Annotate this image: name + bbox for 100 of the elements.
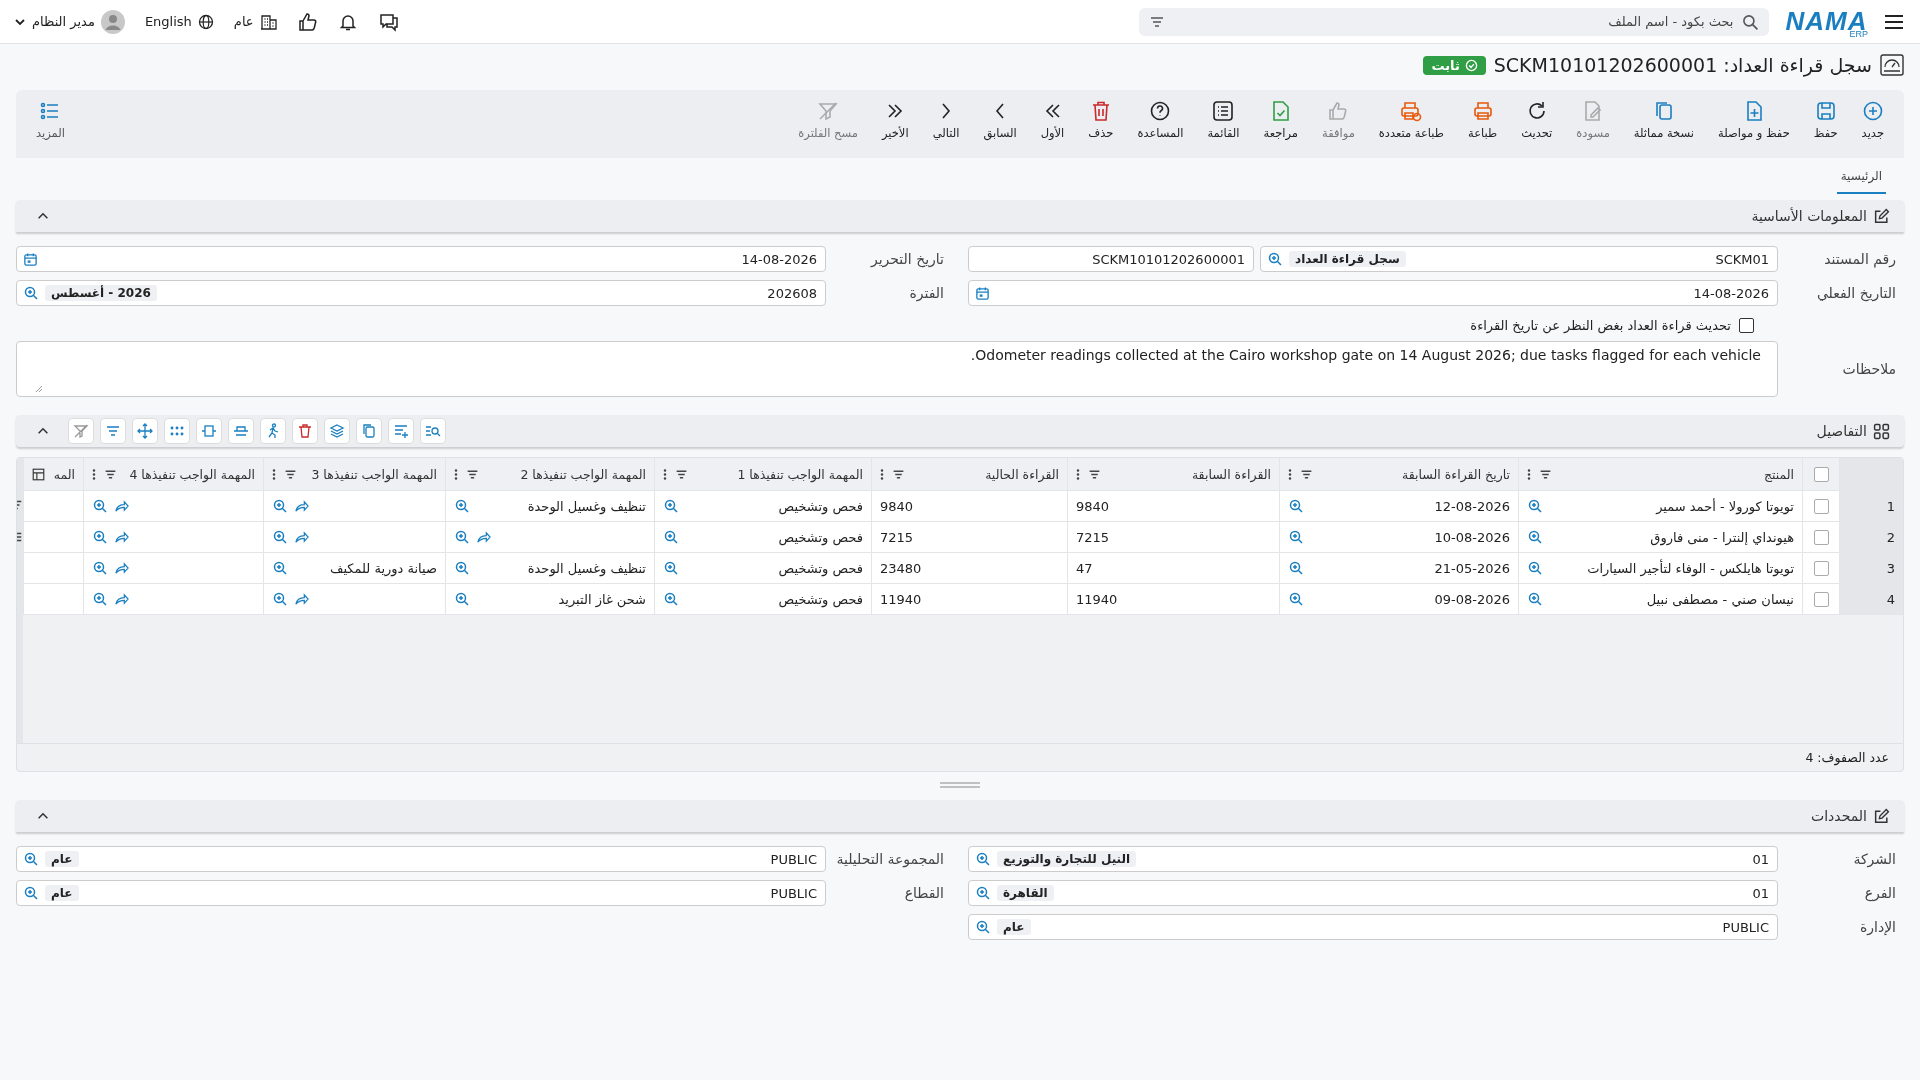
column-header[interactable]: تاريخ القراءة السابقة xyxy=(1402,466,1510,482)
share-icon[interactable] xyxy=(476,529,491,545)
zoom-list-button[interactable] xyxy=(420,418,446,444)
toolbar-button[interactable]: حذف xyxy=(1076,100,1126,140)
lookup-icon[interactable] xyxy=(454,591,470,607)
row-checkbox[interactable] xyxy=(1813,529,1829,545)
toolbar-button[interactable]: المساعدة xyxy=(1125,100,1196,140)
select-all-checkbox[interactable] xyxy=(1813,466,1829,482)
resize-handle-icon[interactable] xyxy=(940,782,980,788)
toolbar-button[interactable]: تحديث xyxy=(1509,100,1565,140)
add-row-button[interactable] xyxy=(388,418,414,444)
share-icon[interactable] xyxy=(114,591,129,607)
lookup-icon[interactable] xyxy=(975,851,991,867)
toolbar-button[interactable]: السابق xyxy=(971,100,1029,140)
lookup-icon[interactable] xyxy=(663,560,679,576)
toolbar-button[interactable]: نسخة مماثلة xyxy=(1621,100,1706,140)
lookup-icon[interactable] xyxy=(92,591,108,607)
tab[interactable]: الرئيسية xyxy=(1836,162,1886,194)
row-checkbox[interactable] xyxy=(1813,591,1829,607)
table-icon[interactable] xyxy=(32,467,45,481)
column-header[interactable]: القراءة الحالية xyxy=(985,466,1059,482)
share-icon[interactable] xyxy=(294,591,309,607)
lookup-icon[interactable] xyxy=(454,529,470,545)
lookup-icon[interactable] xyxy=(272,498,288,514)
column-header[interactable]: المهمة الواجب تنفيذها 1 xyxy=(737,466,863,482)
move-button[interactable] xyxy=(132,418,158,444)
lookup-icon[interactable] xyxy=(23,885,39,901)
section-header[interactable]: المحددات xyxy=(16,800,1904,832)
share-icon[interactable] xyxy=(114,498,129,514)
share-icon[interactable] xyxy=(294,529,309,545)
kebab-icon[interactable] xyxy=(1288,467,1292,481)
thumbs-up-icon[interactable] xyxy=(297,11,318,32)
filter-button[interactable] xyxy=(100,418,126,444)
user-menu[interactable]: مدير النظام xyxy=(14,9,125,34)
lookup-icon[interactable] xyxy=(92,560,108,576)
calendar-icon[interactable] xyxy=(23,251,38,267)
toolbar-button[interactable]: حفظ و مواصلة xyxy=(1706,100,1802,140)
toolbar-button[interactable]: مراجعة xyxy=(1251,100,1311,140)
lookup-icon[interactable] xyxy=(1288,560,1304,576)
row-checkbox[interactable] xyxy=(1813,560,1829,576)
share-icon[interactable] xyxy=(114,560,129,576)
menu-icon[interactable] xyxy=(1884,12,1904,31)
toolbar-button[interactable]: طباعة متعددة xyxy=(1366,100,1456,140)
kebab-icon[interactable] xyxy=(1527,467,1531,481)
runner-button[interactable] xyxy=(260,418,286,444)
lookup-icon[interactable] xyxy=(272,529,288,545)
lookup-icon[interactable] xyxy=(663,498,679,514)
fit-button[interactable] xyxy=(196,418,222,444)
toolbar-button[interactable]: طباعة xyxy=(1456,100,1510,140)
copy-button[interactable] xyxy=(356,418,382,444)
kebab-icon[interactable] xyxy=(92,467,96,481)
calendar-icon[interactable] xyxy=(975,285,990,301)
lookup-icon[interactable] xyxy=(1527,498,1543,514)
lookup-icon[interactable] xyxy=(92,498,108,514)
branch-selector[interactable]: عام xyxy=(233,12,278,31)
dots-button[interactable] xyxy=(164,418,190,444)
lookup-icon[interactable] xyxy=(92,529,108,545)
section-header[interactable]: المعلومات الأساسية xyxy=(16,200,1904,232)
lookup-icon[interactable] xyxy=(975,919,991,935)
lookup-icon[interactable] xyxy=(1288,591,1304,607)
column-header[interactable]: المه xyxy=(53,466,75,482)
checkbox[interactable] xyxy=(1739,318,1754,333)
date-field[interactable]: 14-08-2026 xyxy=(16,246,826,272)
date-field[interactable]: 14-08-2026 xyxy=(968,280,1778,306)
notes-field[interactable]: Odometer readings collected at the Cairo workshop gate on 14 August 2026; due tasks flagged for each vehicle. xyxy=(16,341,1778,397)
column-header[interactable]: المهمة الواجب تنفيذها 4 xyxy=(129,466,255,482)
search-field[interactable]: بحث بكود - اسم الملف xyxy=(1139,7,1770,36)
lookup-icon[interactable] xyxy=(272,560,288,576)
lookup-icon[interactable] xyxy=(272,591,288,607)
kebab-icon[interactable] xyxy=(663,467,667,481)
lookup-icon[interactable] xyxy=(663,591,679,607)
insert-button[interactable] xyxy=(228,418,254,444)
lookup-icon[interactable] xyxy=(1527,560,1543,576)
lookup-icon[interactable] xyxy=(454,498,470,514)
lookup-icon[interactable] xyxy=(1288,529,1304,545)
kebab-icon[interactable] xyxy=(1076,467,1080,481)
lookup-icon[interactable] xyxy=(23,851,39,867)
kebab-icon[interactable] xyxy=(880,467,884,481)
lookup-icon[interactable] xyxy=(663,529,679,545)
toolbar-button[interactable]: حفظ xyxy=(1801,100,1850,140)
lookup-icon[interactable] xyxy=(975,885,991,901)
column-header[interactable]: المنتج xyxy=(1763,466,1794,482)
column-header[interactable]: القراءة السابقة xyxy=(1191,466,1271,482)
toolbar-button[interactable]: جديد xyxy=(1849,100,1896,140)
toolbar-button[interactable]: القائمة xyxy=(1195,100,1252,140)
row-checkbox[interactable] xyxy=(1813,498,1829,514)
document-number-field[interactable]: SCKM10101202600001 xyxy=(968,246,1254,272)
delete-button[interactable] xyxy=(292,418,318,444)
column-header[interactable]: المهمة الواجب تنفيذها 2 xyxy=(520,466,646,482)
clear-filter-button[interactable] xyxy=(68,418,94,444)
resize-grip-icon[interactable] xyxy=(35,385,43,393)
lookup-icon[interactable] xyxy=(454,560,470,576)
kebab-icon[interactable] xyxy=(272,467,276,481)
more-button[interactable]: المزيد xyxy=(24,100,77,140)
toolbar-button[interactable]: الأخير xyxy=(869,100,921,140)
lookup-icon[interactable] xyxy=(23,285,39,301)
kebab-icon[interactable] xyxy=(454,467,458,481)
column-header[interactable]: المهمة الواجب تنفيذها 3 xyxy=(311,466,437,482)
toolbar-button[interactable]: الأول xyxy=(1028,100,1077,140)
layers-button[interactable] xyxy=(324,418,350,444)
